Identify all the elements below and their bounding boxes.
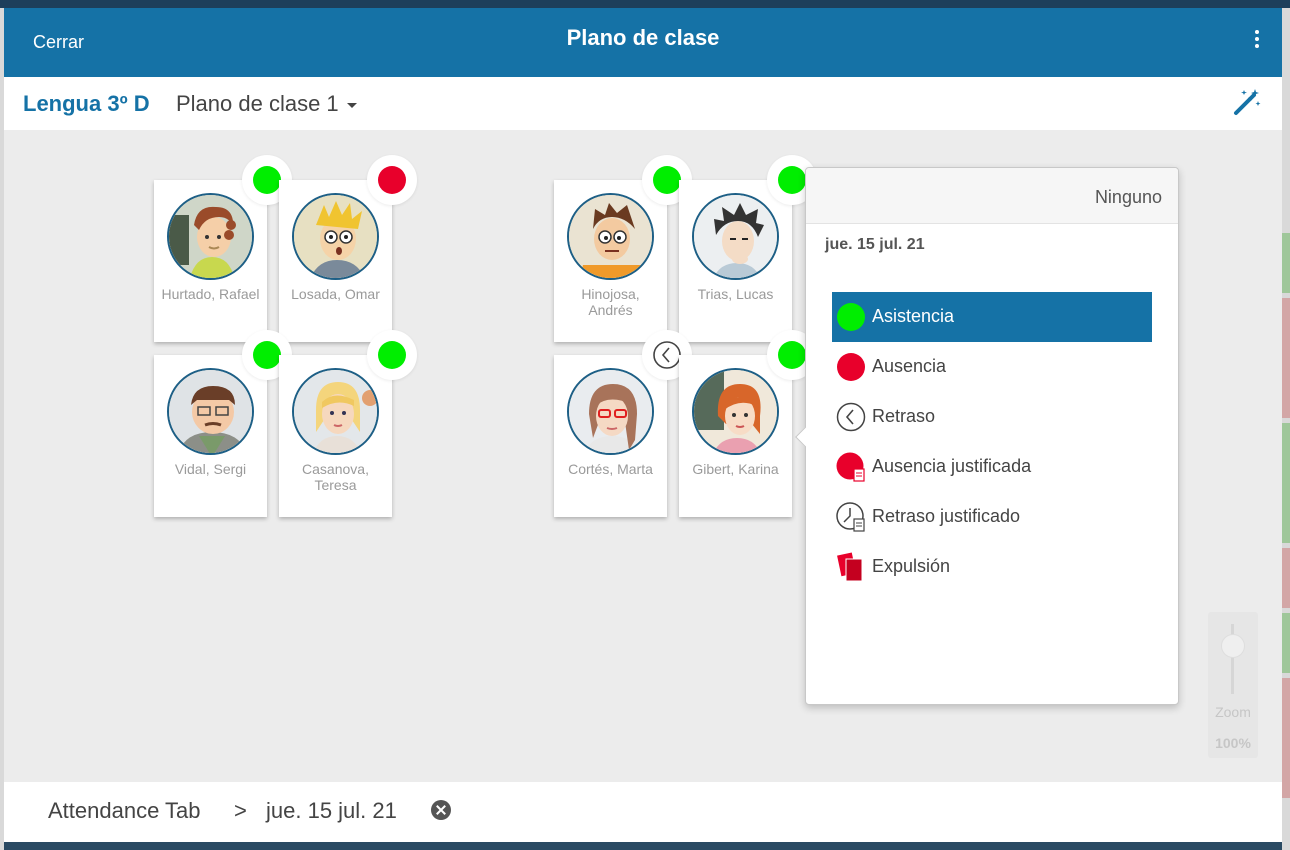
student-card[interactable]: Hinojosa, Andrés xyxy=(554,180,667,342)
student-name: Losada, Omar xyxy=(291,286,380,302)
student-avatar xyxy=(167,193,254,280)
present-status-icon xyxy=(378,341,406,369)
breadcrumb-attendance-tab[interactable]: Attendance Tab xyxy=(48,798,201,824)
present-status-icon xyxy=(778,341,806,369)
zoom-slider-knob[interactable] xyxy=(1221,634,1245,658)
present-status-icon xyxy=(253,166,281,194)
plan-selector[interactable]: Plano de clase 1 xyxy=(176,91,357,117)
student-avatar xyxy=(692,193,779,280)
present-status-icon xyxy=(253,341,281,369)
zoom-control: Zoom 100% xyxy=(1208,612,1258,758)
student-card[interactable]: Trias, Lucas xyxy=(679,180,792,342)
option-label: Retraso justificado xyxy=(872,506,1021,526)
clock-icon xyxy=(653,341,681,369)
plan-selector-label: Plano de clase 1 xyxy=(176,91,339,116)
student-card[interactable]: Losada, Omar xyxy=(279,180,392,342)
zoom-label: Zoom xyxy=(1215,704,1251,720)
attendance-badge[interactable] xyxy=(367,330,417,380)
student-name: Hinojosa, Andrés xyxy=(581,286,640,318)
student-card[interactable]: Hurtado, Rafael xyxy=(154,180,267,342)
course-title: Lengua 3º D xyxy=(23,91,150,116)
option-label: Ausencia justificada xyxy=(872,456,1032,476)
student-name: Cortés, Marta xyxy=(568,461,653,477)
student-avatar xyxy=(292,368,379,455)
green-dot-icon xyxy=(837,303,865,331)
red-cards-icon xyxy=(837,552,863,582)
option-ausencia[interactable]: Ausencia xyxy=(832,342,1152,392)
student-avatar xyxy=(167,368,254,455)
student-name: Trias, Lucas xyxy=(697,286,774,302)
option-label: Retraso xyxy=(872,406,936,426)
popover-header: Ninguno xyxy=(806,168,1178,224)
student-card[interactable]: Casanova, Teresa xyxy=(279,355,392,517)
option-label: Asistencia xyxy=(872,306,955,326)
student-name: Vidal, Sergi xyxy=(174,461,247,477)
attendance-popover: Ninguno jue. 15 jul. 21 Asistencia Ausen… xyxy=(795,167,1179,705)
attendance-badge[interactable] xyxy=(367,155,417,205)
option-ausencia-justificada[interactable]: Ausencia justificada xyxy=(832,442,1152,492)
breadcrumb-separator: > xyxy=(234,798,247,823)
modal-header: Cerrar Plano de clase xyxy=(4,8,1282,77)
present-status-icon xyxy=(653,166,681,194)
absent-status-icon xyxy=(378,166,406,194)
option-retraso-justificado[interactable]: Retraso justificado xyxy=(832,492,1152,542)
student-avatar xyxy=(292,193,379,280)
option-label: Expulsión xyxy=(872,556,951,576)
footer-breadcrumb: Attendance Tab > jue. 15 jul. 21 xyxy=(4,782,1282,842)
student-avatar xyxy=(567,368,654,455)
student-name: Gibert, Karina xyxy=(692,461,779,477)
student-avatar xyxy=(567,193,654,280)
student-card[interactable]: Cortés, Marta xyxy=(554,355,667,517)
student-name: Casanova, Teresa xyxy=(302,461,369,493)
caret-down-icon xyxy=(346,102,357,108)
option-expulsion[interactable]: Expulsión xyxy=(832,542,1152,592)
student-card[interactable]: Gibert, Karina xyxy=(679,355,792,517)
student-name: Hurtado, Rafael xyxy=(161,286,260,302)
option-asistencia[interactable]: Asistencia xyxy=(832,292,1152,342)
breadcrumb-date: jue. 15 jul. 21 xyxy=(266,798,397,823)
student-avatar xyxy=(692,368,779,455)
clock-document-icon xyxy=(836,502,865,532)
red-dot-icon xyxy=(837,353,865,381)
none-option[interactable]: Ninguno xyxy=(1095,187,1162,208)
clear-filter-icon[interactable] xyxy=(431,800,451,820)
option-retraso[interactable]: Retraso xyxy=(832,392,1152,442)
background-app-right xyxy=(1282,8,1290,850)
present-status-icon xyxy=(778,166,806,194)
red-dot-document-icon xyxy=(836,452,865,482)
background-app-top xyxy=(0,0,1290,8)
magic-wand-icon[interactable] xyxy=(1232,87,1262,117)
student-card[interactable]: Vidal, Sergi xyxy=(154,355,267,517)
option-label: Ausencia xyxy=(872,356,947,376)
more-options-icon[interactable] xyxy=(1254,30,1260,50)
plan-toolbar: Lengua 3º D Plano de clase 1 xyxy=(4,77,1282,130)
zoom-value: 100% xyxy=(1215,735,1251,751)
seating-plan-modal: Cerrar Plano de clase Lengua 3º D Plano … xyxy=(4,8,1282,842)
modal-title: Plano de clase xyxy=(566,25,720,50)
popover-date: jue. 15 jul. 21 xyxy=(825,236,925,253)
clock-icon xyxy=(836,402,866,432)
